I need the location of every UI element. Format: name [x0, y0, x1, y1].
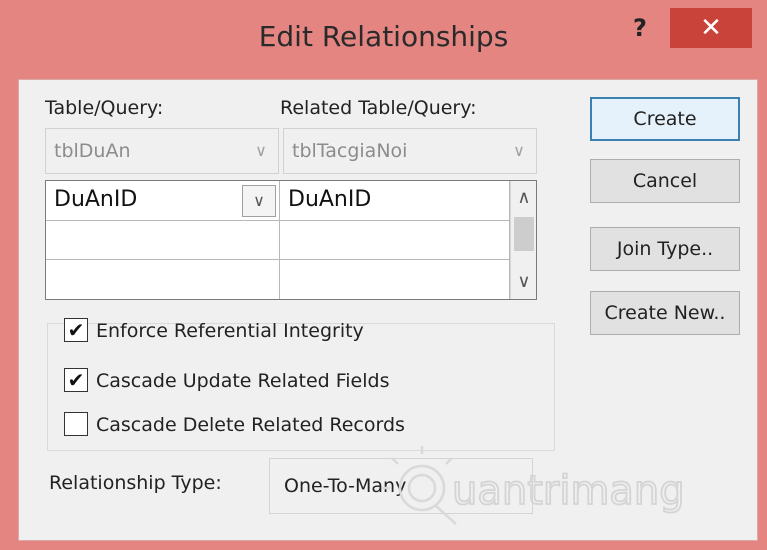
- edit-relationships-dialog: Edit Relationships ? ✕ Table/Query: Rela…: [0, 0, 767, 550]
- table-field-value: DuAnID: [54, 187, 138, 212]
- related-table-query-label: Related Table/Query:: [280, 97, 477, 119]
- title-bar[interactable]: Edit Relationships ? ✕: [0, 0, 767, 78]
- help-button[interactable]: ?: [620, 10, 660, 46]
- chevron-down-icon: ∨: [253, 191, 265, 210]
- relationship-type-value: One-To-Many: [269, 458, 533, 514]
- chevron-down-icon: ∨: [255, 141, 267, 160]
- enforce-integrity-label[interactable]: Enforce Referential Integrity: [96, 316, 364, 346]
- chevron-down-icon[interactable]: ∨: [511, 267, 537, 297]
- table-query-select[interactable]: tblDuAn ∨: [45, 128, 279, 174]
- dialog-client-area: Table/Query: Related Table/Query: tblDuA…: [18, 79, 758, 541]
- scrollbar-thumb[interactable]: [514, 217, 534, 251]
- create-new-button[interactable]: Create New..: [590, 291, 740, 335]
- cascade-update-label[interactable]: Cascade Update Related Fields: [96, 366, 390, 396]
- cascade-delete-label[interactable]: Cascade Delete Related Records: [96, 410, 405, 440]
- close-icon: ✕: [700, 13, 722, 43]
- chevron-down-icon: ∨: [513, 141, 525, 160]
- related-field-cell[interactable]: DuAnID: [280, 181, 510, 221]
- table-field-cell[interactable]: [46, 221, 280, 260]
- field-mapping-grid: DuAnID ∨ DuAnID ∧ ∨: [45, 180, 537, 300]
- table-field-cell[interactable]: DuAnID ∨: [46, 181, 280, 221]
- grid-scrollbar[interactable]: ∧ ∨: [510, 181, 536, 299]
- checkbox-cascade-delete[interactable]: [64, 412, 88, 436]
- checkbox-enforce[interactable]: ✔: [64, 318, 88, 342]
- cancel-button[interactable]: Cancel: [590, 159, 740, 203]
- relationship-type-label: Relationship Type:: [49, 472, 222, 494]
- checkbox-cascade-update[interactable]: ✔: [64, 368, 88, 392]
- create-button[interactable]: Create: [590, 97, 740, 141]
- close-button[interactable]: ✕: [670, 8, 752, 48]
- integrity-options-group: ✔ Enforce Referential Integrity ✔ Cascad…: [47, 318, 555, 451]
- related-table-query-select[interactable]: tblTacgiaNoi ∨: [283, 128, 537, 174]
- table-query-label: Table/Query:: [45, 97, 164, 119]
- table-field-cell[interactable]: [46, 260, 280, 299]
- related-field-cell[interactable]: [280, 221, 510, 260]
- related-field-cell[interactable]: [280, 260, 510, 299]
- field-dropdown-button[interactable]: ∨: [242, 185, 276, 217]
- join-type-button[interactable]: Join Type..: [590, 227, 740, 271]
- related-table-query-value: tblTacgiaNoi: [292, 140, 408, 162]
- table-query-value: tblDuAn: [54, 140, 131, 162]
- chevron-up-icon[interactable]: ∧: [511, 183, 537, 213]
